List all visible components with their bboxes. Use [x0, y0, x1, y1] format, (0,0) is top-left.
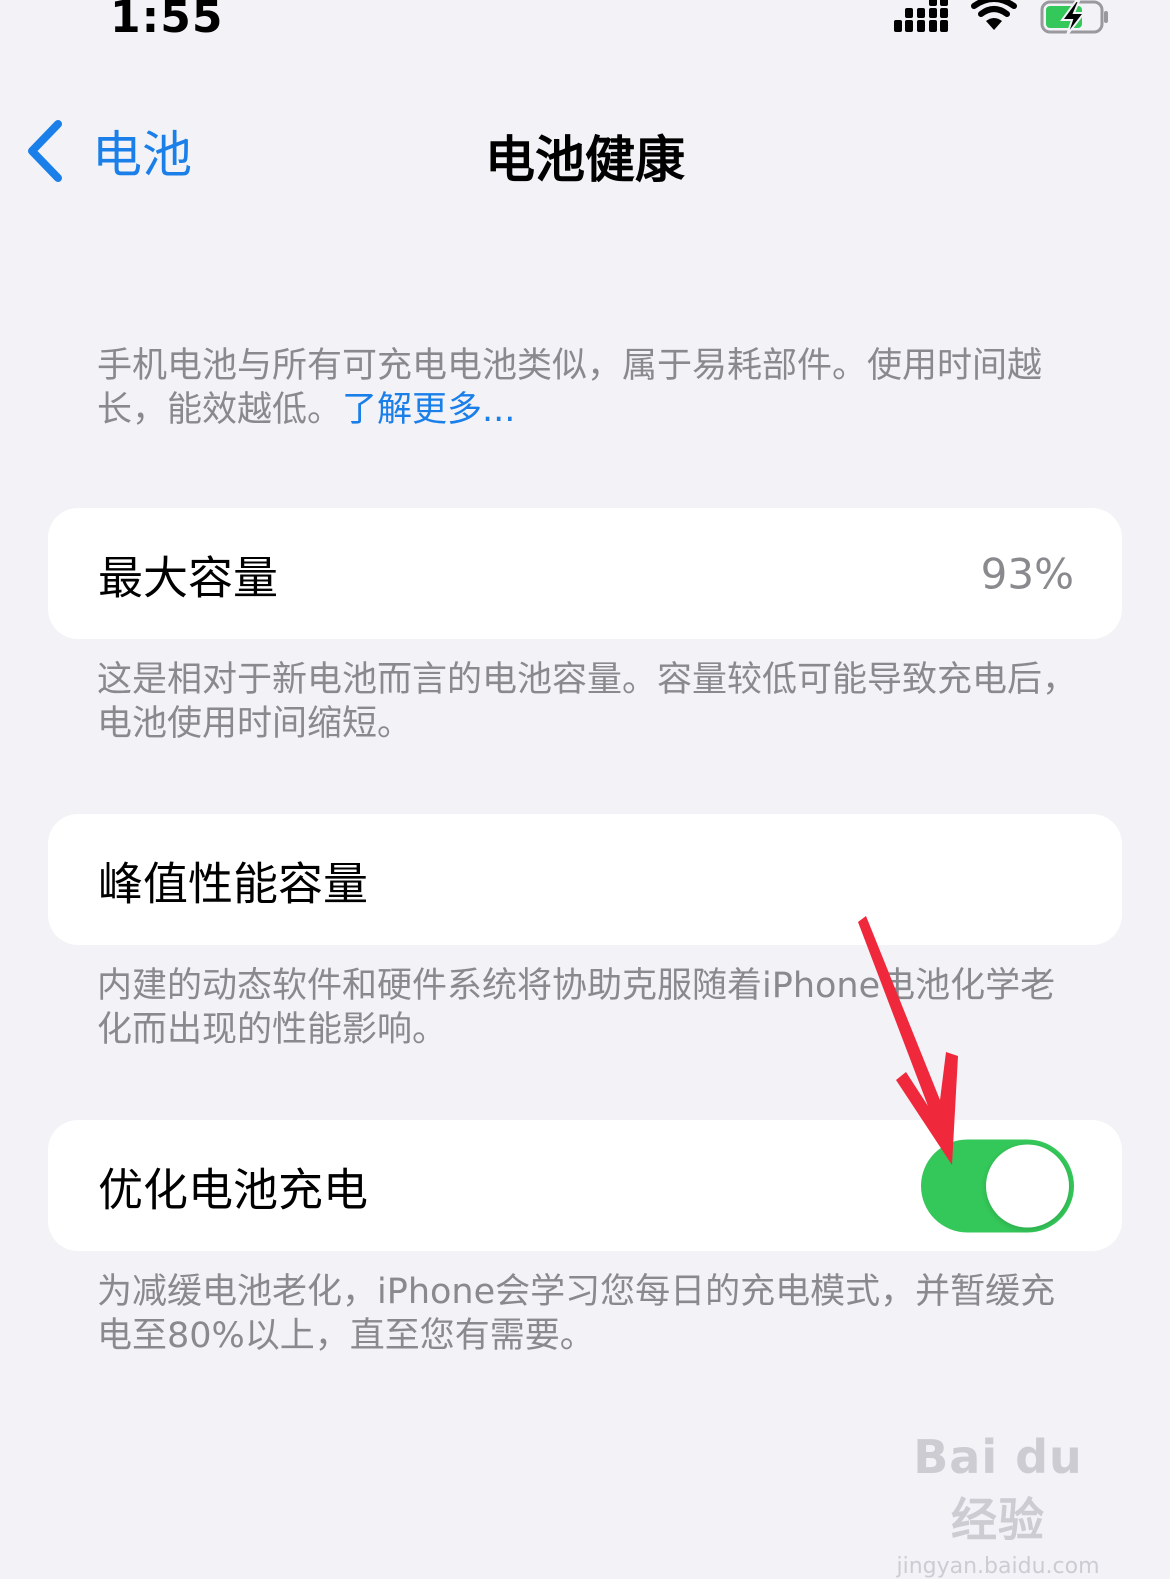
- max-capacity-footnote: 这是相对于新电池而言的电池容量。容量较低可能导致充电后，电池使用时间缩短。: [97, 660, 1078, 744]
- intro-description: 手机电池与所有可充电电池类似，属于易耗部件。使用时间越长，能效越低。了解更多..…: [97, 344, 1087, 432]
- watermark-url: jingyan.baidu.com: [896, 1554, 1100, 1579]
- max-capacity-label: 最大容量: [98, 551, 279, 604]
- watermark-logo: Bai du 经验: [913, 1430, 1083, 1547]
- battery-charging-icon: [1040, 0, 1108, 36]
- toggle-knob: [986, 1144, 1069, 1227]
- baidu-watermark: Bai du 经验 jingyan.baidu.com: [888, 1430, 1108, 1579]
- optimized-charging-label: 优化电池充电: [98, 1163, 369, 1216]
- status-bar: 1:55: [0, 0, 1170, 50]
- optimized-charging-row: 优化电池充电: [48, 1120, 1122, 1251]
- navigation-bar: 电池 电池健康: [0, 100, 1170, 200]
- learn-more-link[interactable]: 了解更多...: [342, 390, 515, 430]
- peak-performance-row: 峰值性能容量: [48, 814, 1122, 945]
- intro-text: 手机电池与所有可充电电池类似，属于易耗部件。使用时间越长，能效越低。: [97, 346, 1043, 430]
- signal-icon: [894, 0, 948, 32]
- peak-performance-label: 峰值性能容量: [98, 857, 369, 910]
- peak-performance-footnote: 内建的动态软件和硬件系统将协助克服随着iPhone电池化学老化而出现的性能影响。: [97, 966, 1056, 1050]
- status-icons: [894, 0, 1110, 36]
- max-capacity-value: 93%: [980, 549, 1074, 598]
- optimized-charging-footnote: 为减缓电池老化，iPhone会学习您每日的充电模式，并暂缓充电至80%以上，直至…: [97, 1272, 1056, 1356]
- max-capacity-row: 最大容量 93%: [48, 508, 1122, 639]
- wifi-icon: [971, 0, 1017, 30]
- optimized-charging-toggle[interactable]: [921, 1139, 1074, 1232]
- page-title: 电池健康: [485, 131, 685, 189]
- status-time: 1:55: [110, 0, 224, 43]
